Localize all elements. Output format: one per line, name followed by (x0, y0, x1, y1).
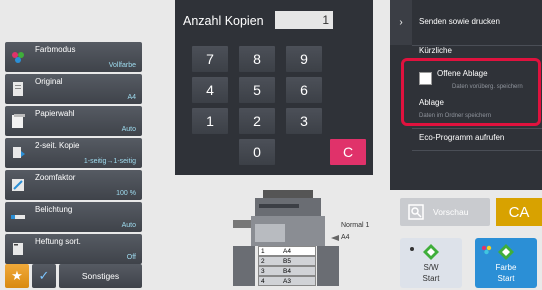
key-7[interactable]: 7 (192, 46, 228, 72)
original-label: Original (35, 77, 63, 86)
tray-size: B5 (283, 258, 291, 265)
recent-option[interactable]: Kürzliche (419, 46, 452, 55)
color-start-button[interactable]: Farbe Start (475, 238, 537, 288)
tray-row[interactable]: 4 A3 (258, 276, 316, 286)
chevron-right-icon: › (399, 17, 403, 28)
color-mode-value: Vollfarbe (108, 62, 136, 69)
copy-count-display[interactable]: 1 (275, 11, 333, 29)
original-icon (13, 82, 23, 96)
exposure-value: Auto (121, 222, 136, 229)
key-1[interactable]: 1 (192, 108, 228, 134)
preview-label: Vorschau (433, 207, 469, 217)
settings-panel: Farbmodus Vollfarbe Original A4 Papierwa… (0, 0, 146, 290)
tray-list: 1 A4 2 B5 3 B4 4 A3 (258, 246, 316, 288)
color-start-line1: Farbe (495, 263, 517, 272)
zoom-label: Zoomfaktor (35, 173, 76, 182)
copy-count-keypad: Anzahl Kopien 1 7 8 9 4 5 6 1 2 3 0 C (175, 0, 373, 175)
eco-program-option[interactable]: Eco-Programm aufrufen (419, 133, 504, 142)
tray-row[interactable]: 3 B4 (258, 266, 316, 276)
color-mode-icon (12, 52, 24, 63)
zoom-icon (12, 179, 24, 191)
color-start-line2: Start (497, 274, 515, 283)
checkmark-icon: ✓ (38, 268, 50, 283)
tray-size: B4 (283, 268, 291, 275)
bottom-left-bar: ★ ✓ Sonstiges (5, 264, 142, 288)
original-button[interactable]: Original A4 (5, 74, 142, 104)
copy-count-title: Anzahl Kopien (183, 14, 264, 28)
duplex-copy-label: 2-seit. Kopie (35, 141, 80, 150)
color-dots-icon (481, 245, 492, 255)
bw-start-line2: Start (422, 274, 440, 283)
ca-button[interactable]: CA (496, 198, 542, 226)
tray-size: A3 (283, 278, 291, 285)
tray-row[interactable]: 1 A4 (258, 246, 316, 256)
staple-sort-label: Heftung sort. (35, 237, 81, 246)
bw-start-line1: S/W (423, 263, 439, 272)
key-5[interactable]: 5 (239, 77, 275, 103)
key-0[interactable]: 0 (239, 139, 275, 165)
bw-start-button[interactable]: S/W Start (400, 238, 462, 288)
exposure-button[interactable]: Belichtung Auto (5, 202, 142, 232)
key-8[interactable]: 8 (239, 46, 275, 72)
tray-row[interactable]: 2 B5 (258, 256, 316, 266)
others-label: Sonstiges (81, 271, 120, 281)
zoom-value: 100 % (116, 190, 136, 197)
staple-sort-button[interactable]: Heftung sort. Off (5, 234, 142, 264)
storage-highlight-frame (401, 58, 541, 126)
duplex-copy-value: 1-seitig→1-seitig (83, 158, 136, 165)
exposure-label: Belichtung (35, 205, 73, 214)
original-value: A4 (127, 94, 136, 101)
printer-status-area: 1 A4 2 B5 3 B4 4 A3 Normal 1 A4 (175, 180, 390, 290)
bw-start-icon (423, 244, 439, 260)
tray-size: A4 (283, 248, 291, 255)
preview-button[interactable]: Vorschau (400, 198, 490, 226)
others-button[interactable]: Sonstiges (59, 264, 142, 288)
tray-number: 1 (261, 248, 265, 255)
paper-select-icon (12, 114, 25, 128)
staple-sort-value: Off (126, 254, 136, 261)
bypass-tray-label: A4 (341, 234, 350, 241)
duplex-copy-button[interactable]: 2-seit. Kopie 1-seitig→1-seitig (5, 138, 142, 168)
tray-number: 4 (261, 278, 265, 285)
bw-dot-icon (410, 247, 414, 251)
tray-number: 2 (261, 258, 265, 265)
star-icon: ★ (11, 268, 23, 283)
send-print-option[interactable]: Senden sowie drucken (419, 17, 500, 26)
divider (412, 150, 542, 151)
zoom-button[interactable]: Zoomfaktor 100 % (5, 170, 142, 200)
color-mode-label: Farbmodus (35, 45, 76, 54)
key-3[interactable]: 3 (286, 108, 322, 134)
favorites-button[interactable]: ★ (5, 264, 29, 288)
collapse-panel-button[interactable]: › (390, 0, 412, 45)
key-4[interactable]: 4 (192, 77, 228, 103)
exposure-icon (11, 215, 25, 219)
clear-button[interactable]: C (330, 139, 366, 165)
color-mode-button[interactable]: Farbmodus Vollfarbe (5, 42, 142, 72)
key-9[interactable]: 9 (286, 46, 322, 72)
key-2[interactable]: 2 (239, 108, 275, 134)
paper-select-value: Auto (121, 126, 136, 133)
paper-select-label: Papierwahl (35, 109, 75, 118)
paper-select-button[interactable]: Papierwahl Auto (5, 106, 142, 136)
check-button[interactable]: ✓ (32, 264, 56, 288)
color-start-icon (498, 244, 514, 260)
output-tray-label: Normal 1 (341, 222, 370, 229)
staple-sort-icon (13, 243, 23, 255)
duplex-icon (13, 147, 25, 158)
key-6[interactable]: 6 (286, 77, 322, 103)
preview-icon (408, 204, 424, 220)
tray-number: 3 (261, 268, 265, 275)
bypass-tray-icon (331, 235, 339, 241)
divider (412, 128, 542, 129)
